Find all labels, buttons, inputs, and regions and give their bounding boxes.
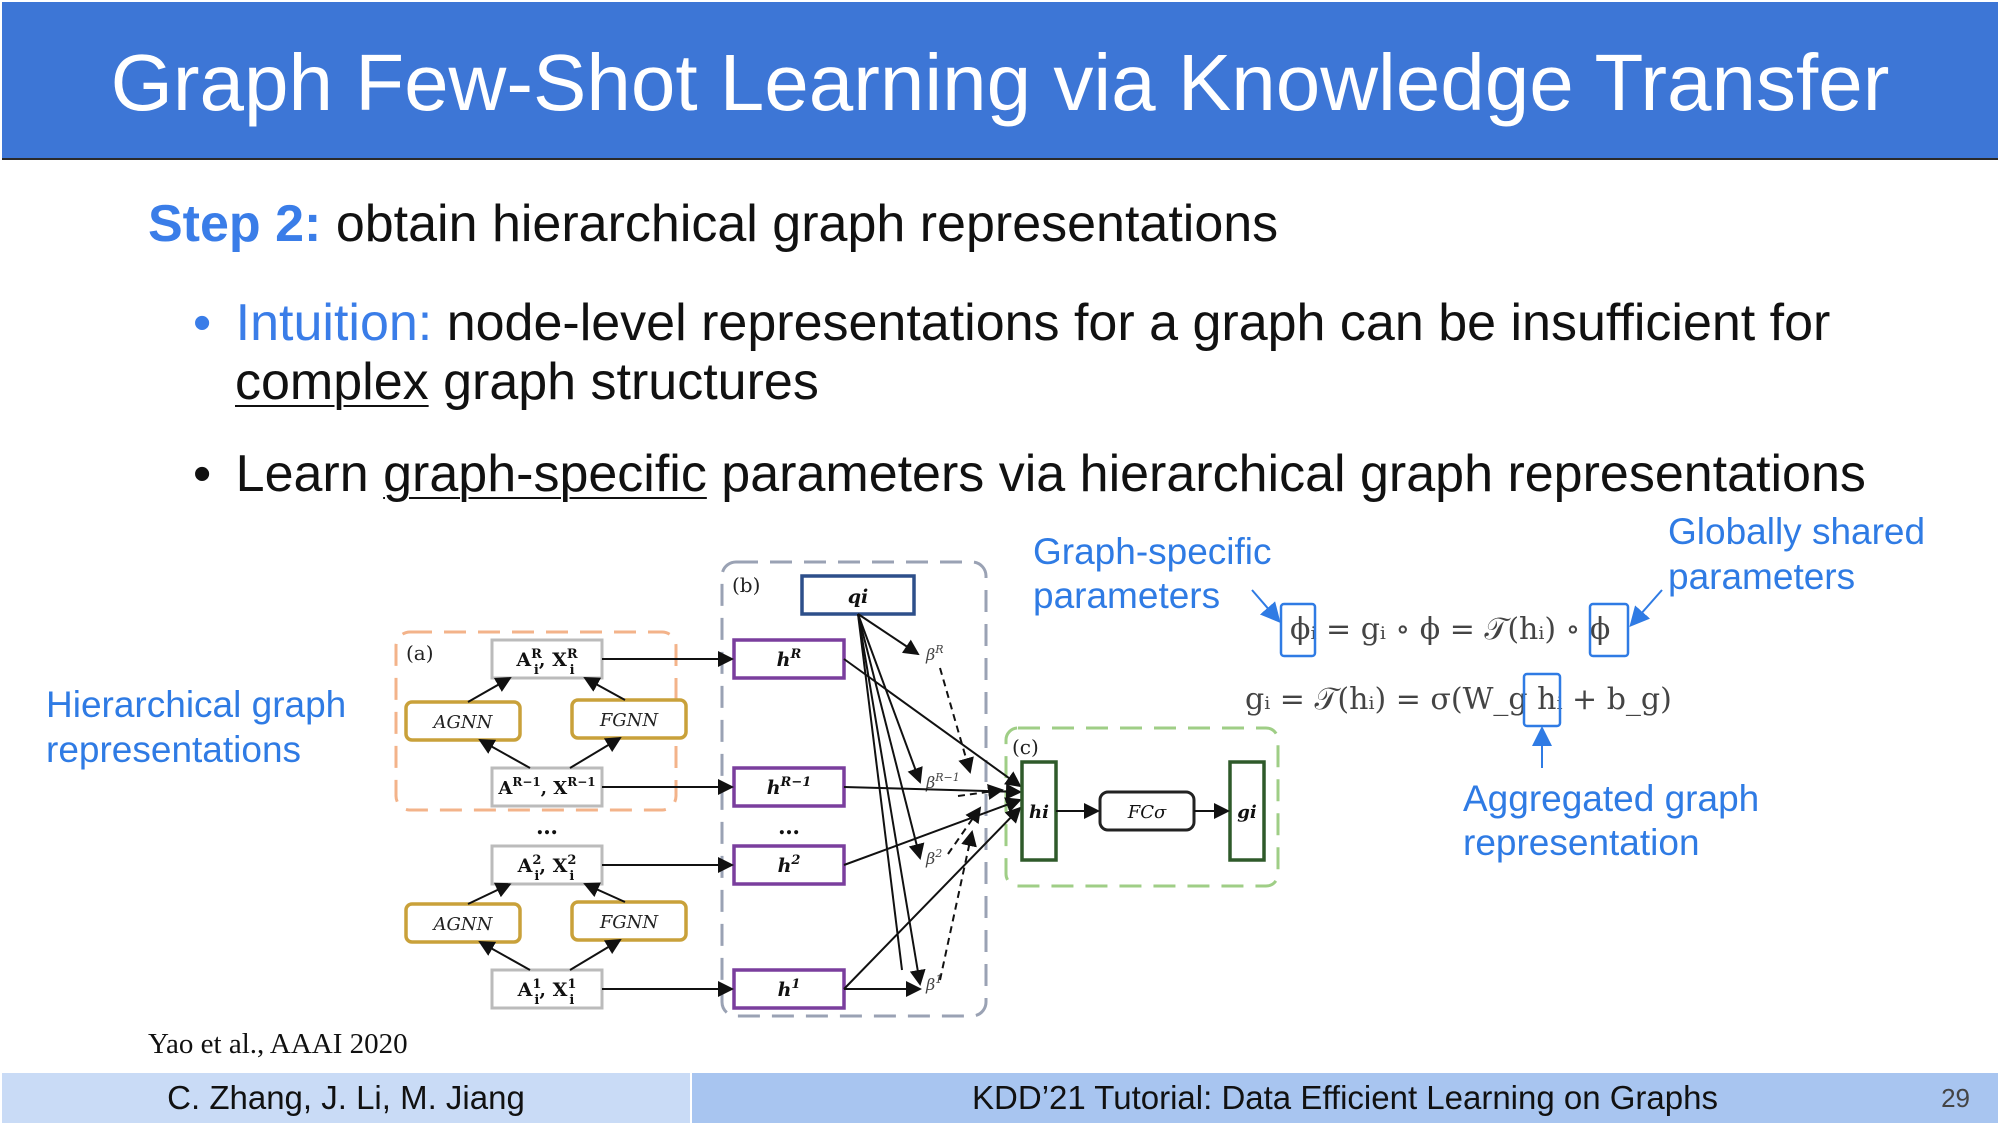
panel-c-label: (c) — [1012, 735, 1039, 759]
fgnn-label-bottom: FGNN — [599, 912, 660, 933]
g-label: gi — [1237, 802, 1257, 823]
phi-highlight-box — [1588, 602, 1630, 658]
h-ellipsis: … — [778, 814, 800, 840]
panel-b-label: (b) — [732, 573, 760, 597]
fc-label: FCσ — [1127, 802, 1167, 823]
page-number: 29 — [1941, 1083, 1970, 1113]
svg-text:β1: β1 — [925, 973, 942, 994]
architecture-diagram: (a) (b) (c) AR i, XR i AR−1, XR−1 … A2 i, X… — [394, 560, 1280, 1018]
agnn-label-top: AGNN — [432, 712, 494, 733]
footer-authors: C. Zhang, J. Li, M. Jiang — [167, 1079, 525, 1116]
svg-text:β2: β2 — [925, 847, 942, 868]
h-aggregate-label: hi — [1029, 802, 1049, 823]
q-label: qi — [848, 586, 869, 608]
agnn-label-bottom: AGNN — [432, 914, 494, 935]
footer-event: KDD’21 Tutorial: Data Efficient Learning… — [972, 1079, 1718, 1116]
input-ellipsis: … — [536, 814, 558, 840]
fgnn-label-top: FGNN — [599, 710, 660, 731]
reference: Yao et al., AAAI 2020 — [148, 1028, 408, 1060]
global-arrow — [1629, 589, 1663, 627]
svg-text:βR: βR — [925, 643, 944, 664]
panel-a-label: (a) — [406, 641, 434, 665]
h-highlight-box — [1522, 672, 1562, 728]
